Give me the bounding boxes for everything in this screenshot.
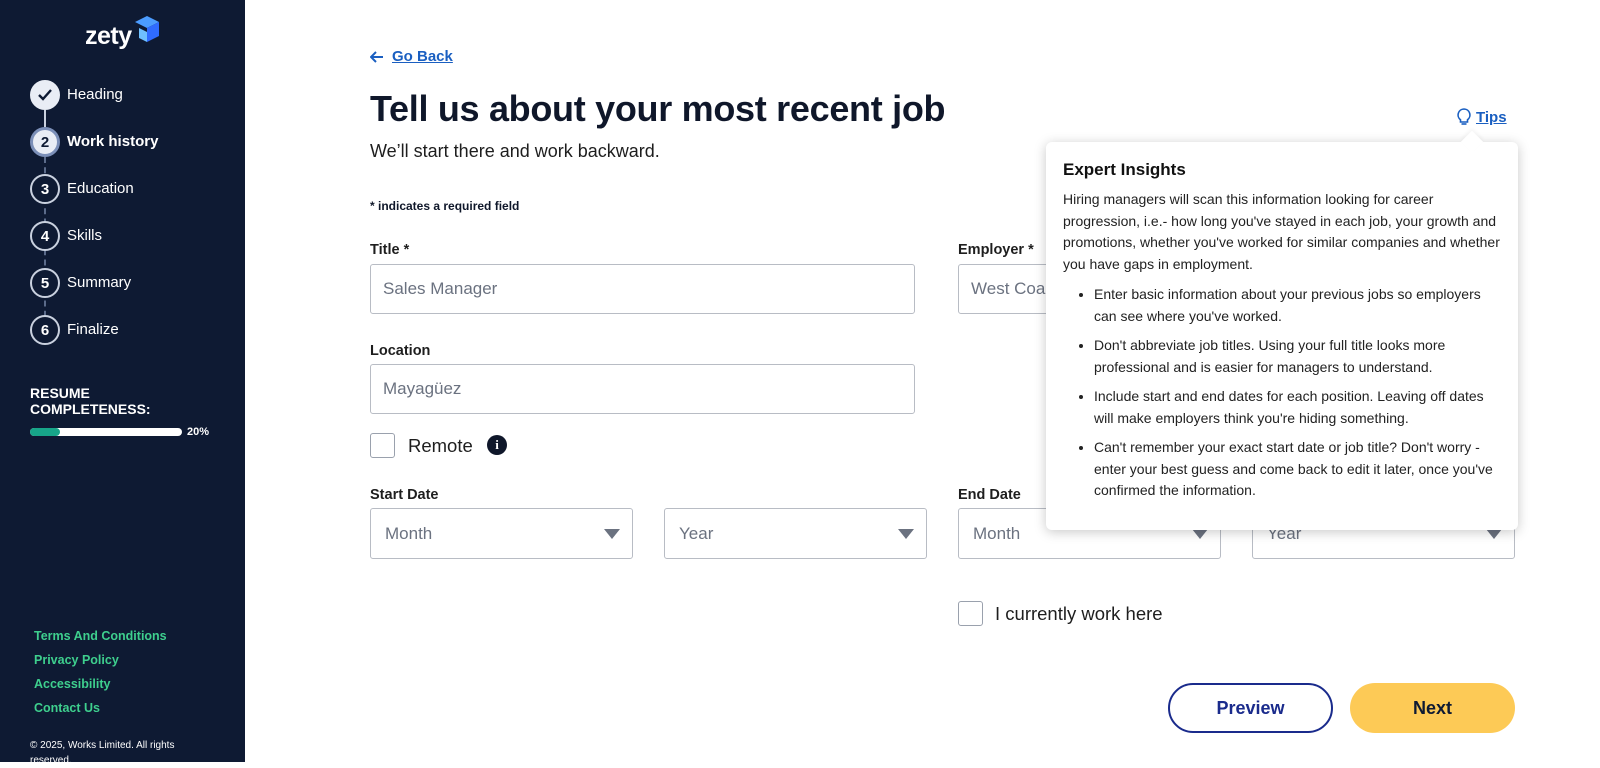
tips-list-item: Don't abbreviate job titles. Using your … xyxy=(1094,335,1501,378)
tips-title: Expert Insights xyxy=(1063,160,1186,179)
required-field-note: * indicates a required field xyxy=(370,199,520,213)
select-value: Month xyxy=(385,524,433,543)
location-label: Location xyxy=(370,343,431,359)
employer-label: Employer * xyxy=(958,242,1034,258)
tips-link[interactable]: Tips xyxy=(1457,108,1507,126)
chevron-down-icon xyxy=(898,529,914,539)
logo-text: zety xyxy=(85,22,132,50)
step-label: Work history xyxy=(67,133,159,150)
step-label: Finalize xyxy=(67,321,119,338)
logo-mark-icon xyxy=(135,16,159,42)
title-label: Title * xyxy=(370,242,410,258)
contact-link[interactable]: Contact Us xyxy=(34,701,167,715)
lightbulb-icon xyxy=(1457,108,1471,125)
tips-intro: Hiring managers will scan this informati… xyxy=(1063,191,1500,272)
step-summary[interactable]: 5 Summary xyxy=(30,268,230,298)
location-input[interactable] xyxy=(370,364,915,414)
copyright: © 2025, Works Limited. All rights reserv… xyxy=(30,740,175,766)
next-button[interactable]: Next xyxy=(1350,683,1515,733)
arrow-left-icon xyxy=(370,50,383,63)
end-date-label: End Date xyxy=(958,487,1021,503)
step-education[interactable]: 3 Education xyxy=(30,174,230,204)
go-back-link[interactable]: Go Back xyxy=(370,48,453,65)
step-label: Summary xyxy=(67,274,132,291)
step-circle-finalize: 6 xyxy=(30,315,60,345)
page-subtitle: We’ll start there and work backward. xyxy=(370,141,660,161)
step-heading[interactable]: Heading xyxy=(30,80,230,110)
check-icon xyxy=(38,89,52,101)
resume-completeness-label: RESUME COMPLETENESS: xyxy=(30,385,151,417)
preview-button[interactable]: Preview xyxy=(1168,683,1333,733)
completeness-progress-bar xyxy=(30,428,182,436)
chevron-down-icon xyxy=(604,529,620,539)
terms-link[interactable]: Terms And Conditions xyxy=(34,629,167,643)
completeness-progress-fill xyxy=(30,428,61,436)
step-circle-summary: 5 xyxy=(30,268,60,298)
completeness-value: 20% xyxy=(187,426,210,438)
select-value: Year xyxy=(679,524,714,543)
step-circle-skills: 4 xyxy=(30,221,60,251)
footer-links: Terms And Conditions Privacy Policy Acce… xyxy=(34,629,167,725)
start-month-select[interactable]: Month xyxy=(370,508,633,559)
start-year-select[interactable]: Year xyxy=(664,508,927,559)
step-circle-education: 3 xyxy=(30,174,60,204)
currently-work-checkbox[interactable] xyxy=(958,601,983,626)
step-label: Heading xyxy=(67,86,123,103)
step-skills[interactable]: 4 Skills xyxy=(30,221,230,251)
go-back-label: Go Back xyxy=(392,48,453,65)
tips-label: Tips xyxy=(1476,108,1507,126)
info-icon[interactable]: i xyxy=(487,435,507,455)
remote-checkbox[interactable] xyxy=(370,433,395,458)
title-input[interactable] xyxy=(370,264,915,314)
currently-work-label[interactable]: I currently work here xyxy=(995,603,1163,625)
page-title: Tell us about your most recent job xyxy=(370,88,946,129)
step-circle-heading xyxy=(30,80,60,110)
privacy-link[interactable]: Privacy Policy xyxy=(34,653,167,667)
sidebar: zety Heading 2 Work history 3 Education … xyxy=(0,0,245,766)
chevron-down-icon xyxy=(1486,529,1502,539)
remote-label[interactable]: Remote xyxy=(408,435,473,457)
step-circle-work-history: 2 xyxy=(30,127,60,157)
select-value: Month xyxy=(973,524,1021,543)
zety-logo[interactable]: zety xyxy=(85,14,165,54)
accessibility-link[interactable]: Accessibility xyxy=(34,677,167,691)
tips-popover: Expert Insights Hiring managers will sca… xyxy=(1046,130,1518,530)
step-label: Skills xyxy=(67,227,103,244)
tips-list: Enter basic information about your previ… xyxy=(1063,284,1501,502)
step-label: Education xyxy=(67,180,134,197)
step-work-history[interactable]: 2 Work history xyxy=(30,127,230,157)
tips-list-item: Can't remember your exact start date or … xyxy=(1094,437,1501,502)
chevron-down-icon xyxy=(1192,529,1208,539)
start-date-label: Start Date xyxy=(370,487,439,503)
step-connector xyxy=(44,110,46,127)
tips-list-item: Include start and end dates for each pos… xyxy=(1094,386,1501,429)
step-finalize[interactable]: 6 Finalize xyxy=(30,315,230,345)
tips-list-item: Enter basic information about your previ… xyxy=(1094,284,1501,327)
